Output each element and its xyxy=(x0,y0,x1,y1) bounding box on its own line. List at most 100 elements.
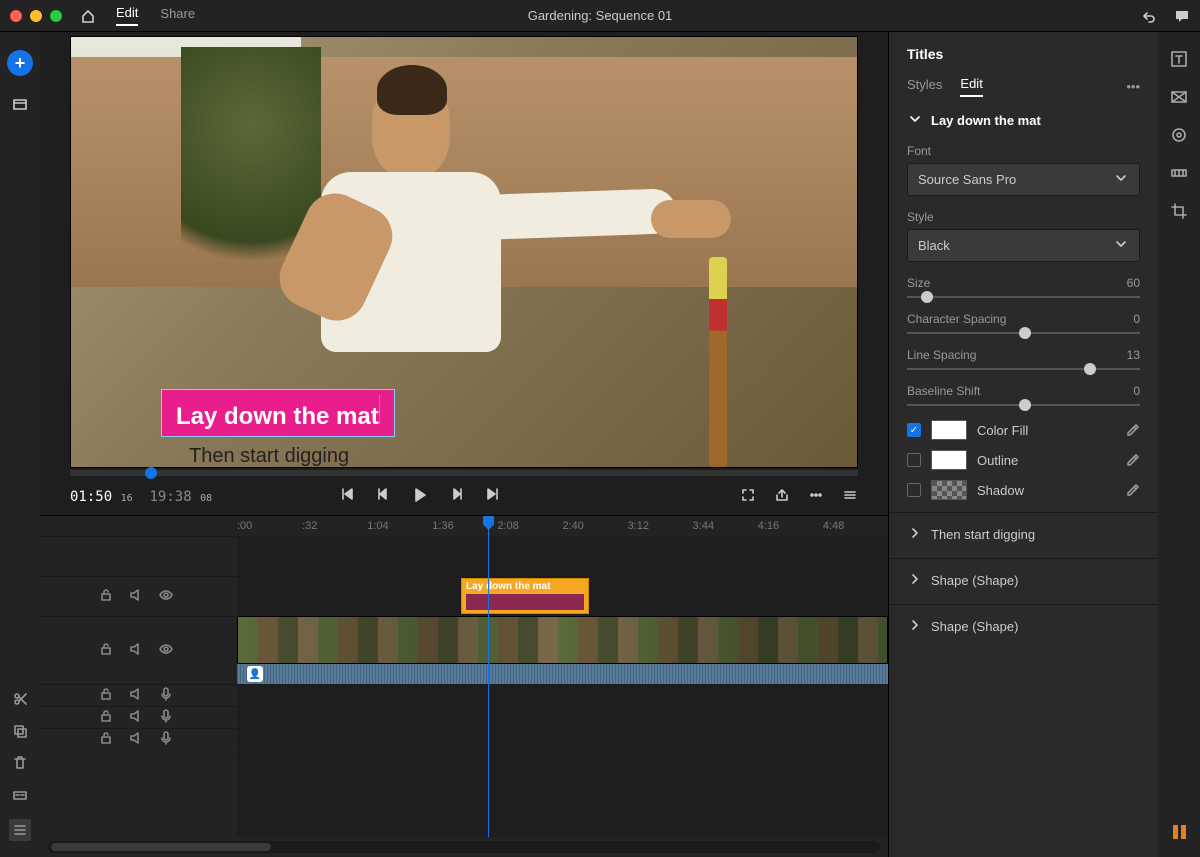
eyedropper-icon[interactable] xyxy=(1124,451,1140,470)
project-assets-icon[interactable] xyxy=(12,96,28,112)
track-lanes[interactable]: Lay down the mat 👤 xyxy=(237,536,888,837)
track-header-title[interactable] xyxy=(40,576,237,616)
outline-checkbox[interactable] xyxy=(907,453,921,467)
timeline-scrollbar[interactable] xyxy=(48,841,880,853)
step-forward-icon[interactable] xyxy=(449,486,465,507)
video-clip[interactable] xyxy=(237,616,888,664)
track-header-audio2[interactable] xyxy=(40,706,237,728)
track-header-audio3[interactable] xyxy=(40,728,237,750)
eye-icon[interactable] xyxy=(158,641,174,660)
lock-icon[interactable] xyxy=(98,641,114,660)
subtitle-text[interactable]: Then start digging xyxy=(189,445,395,468)
mic-icon[interactable] xyxy=(158,686,174,705)
charspacing-slider[interactable] xyxy=(907,332,1140,334)
caption-icon[interactable] xyxy=(12,787,28,803)
video-preview[interactable]: Lay down the mat Then start digging xyxy=(70,36,858,468)
style-select[interactable]: Black xyxy=(907,229,1140,262)
audio-icon[interactable] xyxy=(1170,164,1188,182)
charspacing-value[interactable]: 0 xyxy=(1133,312,1140,326)
scrubber-handle[interactable] xyxy=(145,467,157,479)
playhead[interactable] xyxy=(488,516,489,837)
linespacing-slider[interactable] xyxy=(907,368,1140,370)
track-header-video[interactable] xyxy=(40,616,237,684)
linespacing-label: Line Spacing xyxy=(907,348,976,362)
eyedropper-icon[interactable] xyxy=(1124,421,1140,440)
panel-more-icon[interactable]: ••• xyxy=(1126,79,1140,94)
timeline-options-icon[interactable] xyxy=(842,487,858,506)
track-header-spacer xyxy=(40,536,237,576)
crop-icon[interactable] xyxy=(1170,202,1188,220)
mute-icon[interactable] xyxy=(128,686,144,705)
size-label: Size xyxy=(907,276,930,290)
track-header-audio1[interactable] xyxy=(40,684,237,706)
mic-icon[interactable] xyxy=(158,730,174,749)
section-lay-down-the-mat[interactable]: Lay down the mat xyxy=(907,111,1140,130)
section-then-start-digging[interactable]: Then start digging xyxy=(907,525,1140,544)
outline-row[interactable]: Outline xyxy=(907,450,1140,470)
lock-icon[interactable] xyxy=(98,708,114,727)
list-icon[interactable] xyxy=(9,819,31,841)
audio-clip[interactable] xyxy=(237,664,888,684)
size-value[interactable]: 60 xyxy=(1127,276,1140,290)
font-select[interactable]: Source Sans Pro xyxy=(907,163,1140,196)
section-shape-1[interactable]: Shape (Shape) xyxy=(907,571,1140,590)
lock-icon[interactable] xyxy=(98,686,114,705)
title-overlay[interactable]: Lay down the mat Then start digging xyxy=(161,389,395,468)
titles-panel: Titles Styles Edit ••• Lay down the mat … xyxy=(888,32,1158,857)
text-tool-icon[interactable] xyxy=(1170,50,1188,68)
section-shape-2[interactable]: Shape (Shape) xyxy=(907,617,1140,636)
step-back-icon[interactable] xyxy=(375,486,391,507)
trash-icon[interactable] xyxy=(12,755,28,771)
export-frame-icon[interactable] xyxy=(774,487,790,506)
mute-icon[interactable] xyxy=(128,730,144,749)
panel-tab-styles[interactable]: Styles xyxy=(907,77,942,96)
lock-icon[interactable] xyxy=(98,587,114,606)
eyedropper-icon[interactable] xyxy=(1124,481,1140,500)
maximize-window-icon[interactable] xyxy=(50,10,62,22)
mic-icon[interactable] xyxy=(158,708,174,727)
mute-icon[interactable] xyxy=(128,708,144,727)
right-toolbar xyxy=(1158,32,1200,857)
scene-shovel xyxy=(709,257,727,467)
shadow-swatch[interactable] xyxy=(931,480,967,500)
outline-swatch[interactable] xyxy=(931,450,967,470)
colorfill-swatch[interactable] xyxy=(931,420,967,440)
eye-icon[interactable] xyxy=(158,587,174,606)
mute-icon[interactable] xyxy=(128,641,144,660)
size-slider[interactable] xyxy=(907,296,1140,298)
more-icon[interactable] xyxy=(808,487,824,506)
linespacing-value[interactable]: 13 xyxy=(1127,348,1140,362)
title-text-box[interactable]: Lay down the mat xyxy=(161,389,395,437)
preview-scrubber[interactable] xyxy=(70,470,858,476)
shadow-checkbox[interactable] xyxy=(907,483,921,497)
panel-tab-edit[interactable]: Edit xyxy=(960,76,982,97)
top-tab-share[interactable]: Share xyxy=(160,6,195,25)
lock-icon[interactable] xyxy=(98,730,114,749)
undo-icon[interactable] xyxy=(1140,8,1156,24)
color-icon[interactable] xyxy=(1170,126,1188,144)
title-clip[interactable]: Lay down the mat xyxy=(461,578,589,614)
top-tab-edit[interactable]: Edit xyxy=(116,5,138,26)
fullscreen-icon[interactable] xyxy=(740,487,756,506)
add-media-button[interactable]: + xyxy=(7,50,33,76)
scissors-icon[interactable] xyxy=(12,691,28,707)
window-controls[interactable] xyxy=(10,10,62,22)
goto-start-icon[interactable] xyxy=(339,486,355,507)
goto-end-icon[interactable] xyxy=(485,486,501,507)
chevron-right-icon xyxy=(907,525,923,544)
colorfill-row[interactable]: Color Fill xyxy=(907,420,1140,440)
home-icon[interactable] xyxy=(80,8,96,24)
shadow-row[interactable]: Shadow xyxy=(907,480,1140,500)
close-window-icon[interactable] xyxy=(10,10,22,22)
mute-icon[interactable] xyxy=(128,587,144,606)
comment-icon[interactable] xyxy=(1174,8,1190,24)
duplicate-icon[interactable] xyxy=(12,723,28,739)
minimize-window-icon[interactable] xyxy=(30,10,42,22)
time-ruler[interactable]: :00:321:041:362:082:403:123:444:164:48 xyxy=(40,516,888,536)
play-icon[interactable] xyxy=(411,486,429,507)
colorfill-checkbox[interactable] xyxy=(907,423,921,437)
baseline-slider[interactable] xyxy=(907,404,1140,406)
transitions-icon[interactable] xyxy=(1170,88,1188,106)
font-label: Font xyxy=(907,144,1140,158)
baseline-value[interactable]: 0 xyxy=(1133,384,1140,398)
